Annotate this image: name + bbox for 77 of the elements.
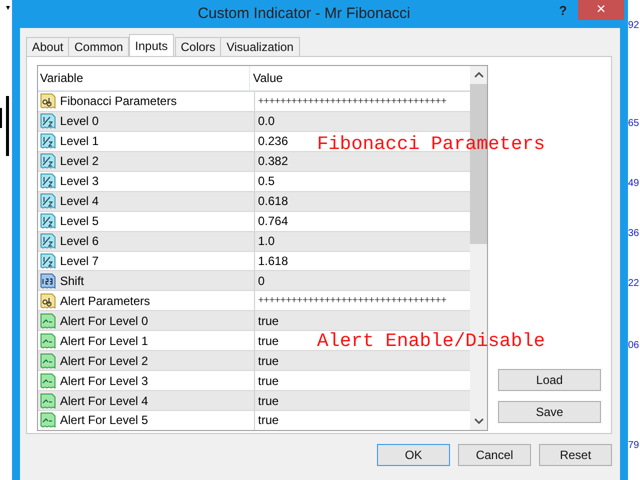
boolean-type-icon (40, 352, 56, 369)
variable-name: Alert For Level 0 (60, 314, 148, 328)
variable-name: Level 4 (60, 194, 99, 208)
side-button[interactable]: Load (498, 369, 601, 391)
variable-value[interactable]: 0.618 (258, 194, 288, 208)
variable-value[interactable]: 1.0 (258, 234, 275, 248)
fraction-type-icon (40, 213, 56, 230)
fraction-type-icon (40, 113, 56, 130)
variable-value[interactable]: 0 (258, 274, 265, 288)
variable-value[interactable]: 0.236 (258, 134, 288, 148)
scroll-down-icon[interactable] (474, 418, 484, 424)
side-button[interactable]: Save (498, 401, 601, 423)
column-header: Variable (38, 66, 250, 90)
number-type-icon (40, 272, 56, 289)
price-label: 36 (628, 228, 640, 239)
variable-name: Level 2 (60, 154, 99, 168)
price-label: 06 (628, 340, 640, 351)
dialog-button[interactable]: Cancel (458, 444, 531, 466)
variable-value[interactable]: ++++++++++++++++++++++++++++++++++ (258, 295, 446, 306)
variable-value[interactable]: true (258, 374, 279, 388)
dialog-button[interactable]: OK (377, 444, 450, 466)
variable-value[interactable]: true (258, 314, 279, 328)
tab[interactable]: Inputs (129, 34, 174, 56)
scroll-up-icon[interactable] (474, 72, 484, 78)
variable-value[interactable]: true (258, 334, 279, 348)
variable-value[interactable]: true (258, 413, 279, 428)
tab[interactable]: Visualization (220, 37, 300, 56)
fraction-type-icon (40, 252, 56, 269)
variable-name: Level 0 (60, 114, 99, 128)
tab[interactable]: Common (68, 37, 130, 56)
dialog-button[interactable]: Reset (539, 444, 612, 466)
variable-name: Level 1 (60, 134, 99, 148)
variable-value[interactable]: 0.764 (258, 214, 288, 228)
price-label: 22 (628, 278, 640, 289)
variable-name: Alert Parameters (60, 294, 150, 308)
price-label: 92 (628, 20, 640, 31)
tab[interactable]: Colors (174, 37, 222, 56)
boolean-type-icon (40, 392, 56, 409)
variable-name: Level 3 (60, 174, 99, 188)
tab[interactable]: About (26, 37, 70, 56)
variable-name: Alert For Level 2 (60, 354, 148, 368)
fraction-type-icon (40, 173, 56, 190)
help-button[interactable]: ? (548, 0, 578, 20)
variable-value[interactable]: 1.618 (258, 254, 288, 268)
variable-name: Level 6 (60, 234, 99, 248)
text-type-icon (40, 93, 56, 110)
column-header: Value (252, 70, 283, 87)
boolean-type-icon (40, 412, 56, 428)
variable-name: Level 5 (60, 214, 99, 228)
text-type-icon (40, 292, 56, 309)
price-label: 79 (628, 440, 640, 451)
fraction-type-icon (40, 133, 56, 150)
boolean-type-icon (40, 332, 56, 349)
variable-value[interactable]: true (258, 354, 279, 368)
variable-value[interactable]: true (258, 394, 279, 408)
window-title: Custom Indicator - Mr Fibonacci (196, 4, 412, 24)
variable-value[interactable]: 0.382 (258, 154, 288, 168)
annotation-text: Alert Enable/Disable (317, 330, 546, 352)
close-button[interactable]: × (578, 0, 624, 20)
variable-name: Alert For Level 5 (60, 413, 148, 428)
price-label: 49 (628, 178, 640, 189)
variable-name: Alert For Level 4 (60, 394, 148, 408)
variable-value[interactable]: 0.5 (258, 174, 275, 188)
fraction-type-icon (40, 233, 56, 250)
annotation-text: Fibonacci Parameters (317, 133, 546, 155)
boolean-type-icon (40, 312, 56, 329)
variable-name: Shift (60, 274, 84, 288)
price-label: 65 (628, 118, 640, 129)
variable-name: Level 7 (60, 254, 99, 268)
variable-name: Alert For Level 3 (60, 374, 148, 388)
variable-value[interactable]: ++++++++++++++++++++++++++++++++++ (258, 96, 446, 107)
fraction-type-icon (40, 153, 56, 170)
variable-name: Fibonacci Parameters (60, 94, 177, 108)
variable-name: Alert For Level 1 (60, 334, 148, 348)
variable-value[interactable]: 0.0 (258, 114, 275, 128)
fraction-type-icon (40, 193, 56, 210)
boolean-type-icon (40, 372, 56, 389)
